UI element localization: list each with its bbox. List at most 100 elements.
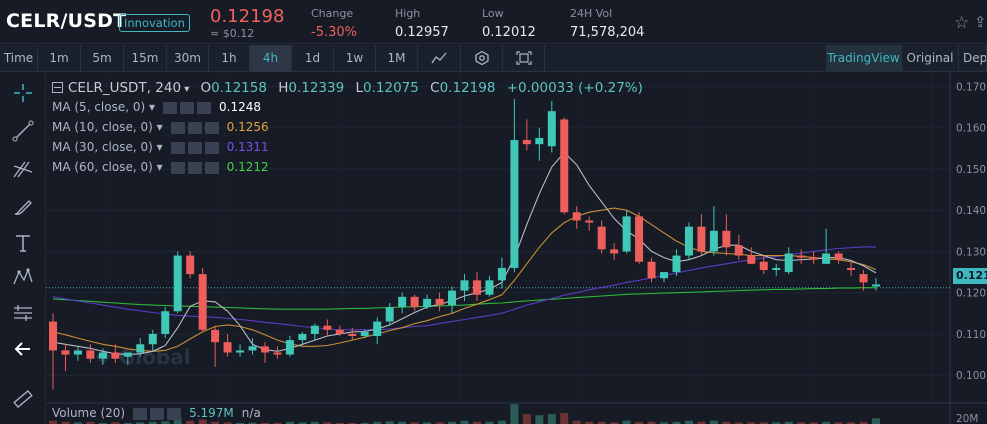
favorite-star-icon[interactable]: ☆ — [954, 13, 969, 33]
candle-body — [398, 296, 407, 308]
interval-5m[interactable]: 5m — [81, 45, 124, 72]
stat-volume: 24H Vol 71,578,204 — [570, 7, 644, 40]
stat-low-value: 0.12012 — [482, 25, 536, 40]
chart-toolbar: Time 1m 5m 15m 30m 1h 4h 1d 1w 1M Tradin… — [0, 45, 987, 72]
collapse-icon[interactable] — [52, 82, 63, 93]
candle-body — [186, 255, 195, 275]
volume-tick-label: 20M — [956, 413, 978, 424]
low-label: L — [355, 80, 364, 96]
open-label: O — [200, 80, 212, 96]
stat-volume-value: 71,578,204 — [570, 25, 645, 40]
ma-value: 0.1212 — [226, 160, 269, 174]
candle-body — [73, 350, 82, 355]
candle-body — [373, 321, 382, 336]
candle-body — [672, 255, 681, 273]
share-icon[interactable]: ⇪ — [974, 13, 987, 31]
interval-1d[interactable]: 1d — [292, 45, 334, 72]
candle-body — [211, 329, 220, 343]
close-icon[interactable] — [204, 121, 219, 134]
candle-body — [847, 267, 856, 270]
eye-icon[interactable] — [163, 101, 178, 114]
price-tick-label: 0.140 — [956, 205, 986, 217]
price-tick-label: 0.120 — [956, 288, 986, 300]
back-arrow-icon[interactable] — [12, 338, 34, 360]
close-icon[interactable] — [167, 407, 182, 420]
eye-icon[interactable] — [170, 121, 185, 134]
ma5-line — [52, 151, 877, 356]
candle-body — [834, 253, 843, 260]
chart-style-button[interactable] — [418, 45, 461, 72]
candle-body — [335, 329, 344, 334]
eye-icon[interactable] — [133, 407, 148, 420]
interval-1h[interactable]: 1h — [209, 45, 250, 72]
gear-icon[interactable] — [180, 101, 195, 114]
candle-body — [148, 333, 157, 345]
ma-row[interactable]: MA (30, close, 0) ▾ 0.1311 — [52, 137, 643, 157]
volume-bar — [560, 413, 569, 424]
ma-label: MA (30, close, 0) — [52, 140, 153, 154]
price-tick-label: 0.170 — [956, 81, 986, 93]
close-icon[interactable] — [204, 141, 219, 154]
fullscreen-icon — [516, 51, 532, 65]
candle-body — [647, 261, 656, 279]
candle-body — [797, 255, 806, 258]
gear-icon[interactable] — [150, 407, 165, 420]
close-label: C — [430, 80, 440, 96]
original-tab[interactable]: Original — [902, 45, 959, 72]
stat-high: High 0.12957 — [395, 7, 449, 40]
depth-tab[interactable]: Depth — [959, 45, 987, 72]
eye-icon[interactable] — [170, 161, 185, 174]
candle-body — [448, 290, 457, 306]
eye-icon[interactable] — [170, 141, 185, 154]
volume-value: 5.197M — [189, 406, 234, 420]
ma-row[interactable]: MA (10, close, 0) ▾ 0.1256 — [52, 117, 643, 137]
interval-1M[interactable]: 1M — [376, 45, 418, 72]
high-label: H — [278, 80, 289, 96]
close-value: 0.12198 — [439, 80, 496, 96]
fullscreen-button[interactable] — [503, 45, 545, 72]
stat-high-value: 0.12957 — [395, 25, 449, 40]
price-tick-label: 0.150 — [956, 164, 986, 176]
crosshair-icon[interactable] — [12, 82, 34, 104]
interval-4h[interactable]: 4h — [250, 45, 292, 72]
close-icon[interactable] — [197, 101, 212, 114]
gear-icon[interactable] — [187, 141, 202, 154]
close-icon[interactable] — [204, 161, 219, 174]
ma-row[interactable]: MA (5, close, 0) ▾ 0.1248 — [52, 97, 643, 117]
ma-row[interactable]: MA (60, close, 0) ▾ 0.1212 — [52, 157, 643, 177]
candle-body — [423, 298, 432, 308]
ma-label: MA (60, close, 0) — [52, 160, 153, 174]
volume-label: Volume (20) — [52, 406, 126, 420]
volume-bar — [198, 419, 207, 424]
candle-body — [759, 261, 768, 270]
settings-button[interactable] — [461, 45, 503, 72]
candle-body — [747, 255, 756, 264]
drawing-tools — [0, 72, 46, 424]
measure-icon[interactable] — [12, 302, 34, 324]
text-tool-icon[interactable] — [12, 232, 34, 254]
price-tick-label: 0.100 — [956, 370, 986, 382]
symbol-label[interactable]: CELR_USDT, 240 — [68, 80, 181, 96]
trend-line-icon[interactable] — [12, 120, 34, 142]
candle-body — [622, 216, 631, 252]
brush-icon[interactable] — [12, 196, 34, 218]
stat-volume-label: 24H Vol — [570, 7, 613, 20]
candle-body — [709, 230, 718, 252]
pair-name[interactable]: CELR/USDT — [6, 10, 126, 32]
ma-label: MA (5, close, 0) — [52, 100, 146, 114]
tradingview-tab[interactable]: TradingView — [826, 45, 902, 72]
pattern-icon[interactable] — [12, 266, 34, 288]
candle-body — [248, 346, 257, 351]
interval-30m[interactable]: 30m — [167, 45, 209, 72]
candle-body — [660, 272, 669, 279]
gear-icon[interactable] — [187, 161, 202, 174]
interval-1w[interactable]: 1w — [334, 45, 376, 72]
candle-body — [273, 352, 282, 355]
last-price: 0.12198 — [210, 6, 285, 27]
ruler-icon[interactable] — [12, 388, 34, 410]
fib-tool-icon[interactable] — [12, 158, 34, 180]
candle-body — [597, 226, 606, 250]
gear-icon[interactable] — [187, 121, 202, 134]
interval-1m[interactable]: 1m — [38, 45, 81, 72]
interval-15m[interactable]: 15m — [124, 45, 167, 72]
